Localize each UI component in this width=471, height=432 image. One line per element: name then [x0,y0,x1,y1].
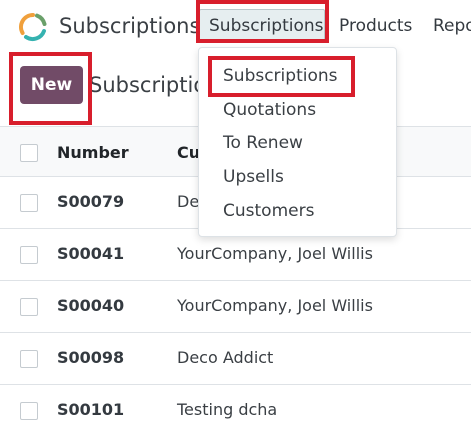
dropdown-item-customers[interactable]: Customers [223,201,314,221]
table-row[interactable]: S00040 YourCompany, Joel Willis [0,281,471,333]
row-checkbox[interactable] [20,298,38,316]
nav-menu-reporting[interactable]: Repo [433,16,471,36]
cell-number: S00101 [57,400,125,419]
column-header-customer[interactable]: Cu [177,143,200,162]
row-checkbox[interactable] [20,246,38,264]
top-navbar: Subscriptions Subscriptions Products Rep… [0,0,471,52]
subscriptions-dropdown-menu: Subscriptions Quotations To Renew Upsell… [198,47,397,237]
cell-number: S00040 [57,296,125,315]
cell-customer: YourCompany, Joel Willis [177,244,373,263]
dropdown-item-to-renew[interactable]: To Renew [223,133,303,153]
cell-customer: Testing dcha [177,400,278,419]
subscriptions-app-logo-icon[interactable] [18,12,48,42]
cell-number: S00079 [57,192,125,211]
nav-menu-products[interactable]: Products [339,16,412,36]
cell-customer: YourCompany, Joel Willis [177,296,373,315]
cell-customer: De [177,192,200,211]
dropdown-item-upsells[interactable]: Upsells [223,167,284,187]
dropdown-item-quotations[interactable]: Quotations [223,100,316,120]
cell-number: S00041 [57,244,125,263]
row-checkbox[interactable] [20,194,38,212]
select-all-checkbox[interactable] [20,144,38,162]
column-header-number[interactable]: Number [57,143,129,162]
row-checkbox[interactable] [20,402,38,420]
row-checkbox[interactable] [20,350,38,368]
table-row[interactable]: S00098 Deco Addict [0,333,471,385]
cell-number: S00098 [57,348,125,367]
cell-customer: Deco Addict [177,348,274,367]
new-button[interactable]: New [20,66,83,104]
app-title[interactable]: Subscriptions [59,14,200,38]
dropdown-item-subscriptions[interactable]: Subscriptions [223,66,337,86]
table-row[interactable]: S00101 Testing dcha [0,385,471,432]
nav-menu-subscriptions[interactable]: Subscriptions [199,9,325,41]
